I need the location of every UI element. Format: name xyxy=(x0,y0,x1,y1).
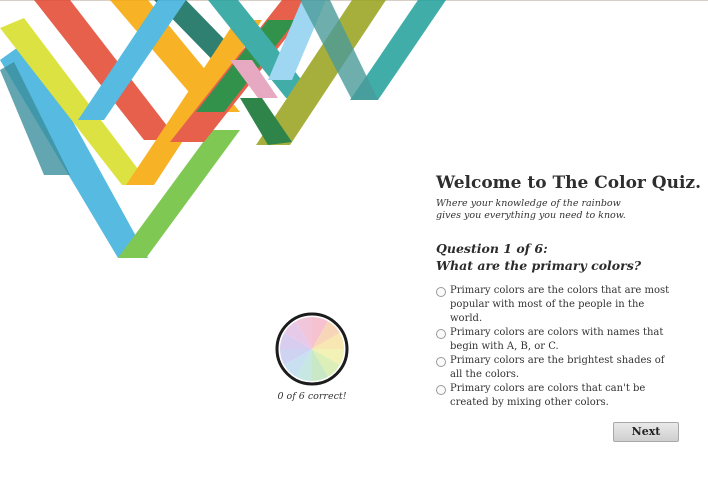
next-button[interactable]: Next xyxy=(613,422,679,442)
question-block: Question 1 of 6: What are the primary co… xyxy=(436,240,686,274)
wheel-segments xyxy=(280,317,344,381)
radio-button[interactable] xyxy=(436,287,446,297)
answer-option-2[interactable]: Primary colors are colors with names tha… xyxy=(436,326,676,354)
page-title: Welcome to The Color Quiz. xyxy=(436,173,701,193)
answer-option-4[interactable]: Primary colors are colors that can't be … xyxy=(436,382,676,410)
question-text: What are the primary colors? xyxy=(436,258,642,273)
answer-options: Primary colors are the colors that are m… xyxy=(436,284,686,410)
score-text: 0 of 6 correct! xyxy=(277,391,347,402)
answer-label: Primary colors are the brightest shades … xyxy=(450,355,665,380)
radio-button[interactable] xyxy=(436,357,446,367)
answer-label: Primary colors are colors with names tha… xyxy=(450,327,664,352)
progress-color-wheel xyxy=(275,312,349,386)
answer-label: Primary colors are colors that can't be … xyxy=(450,383,646,408)
quiz-panel: Welcome to The Color Quiz. Where your kn… xyxy=(436,172,701,410)
rainbow-stripes-artwork xyxy=(0,0,446,258)
radio-button[interactable] xyxy=(436,385,446,395)
answer-option-3[interactable]: Primary colors are the brightest shades … xyxy=(436,354,676,382)
stripe-green-v xyxy=(118,130,240,258)
question-number: Question 1 of 6: xyxy=(436,241,548,256)
radio-button[interactable] xyxy=(436,329,446,339)
answer-option-1[interactable]: Primary colors are the colors that are m… xyxy=(436,284,676,326)
page-subtitle: Where your knowledge of the rainbow give… xyxy=(436,198,676,222)
subtitle-line1: Where your knowledge of the rainbow xyxy=(436,198,621,209)
subtitle-line2: gives you everything you need to know. xyxy=(436,210,626,221)
answer-label: Primary colors are the colors that are m… xyxy=(450,285,670,324)
